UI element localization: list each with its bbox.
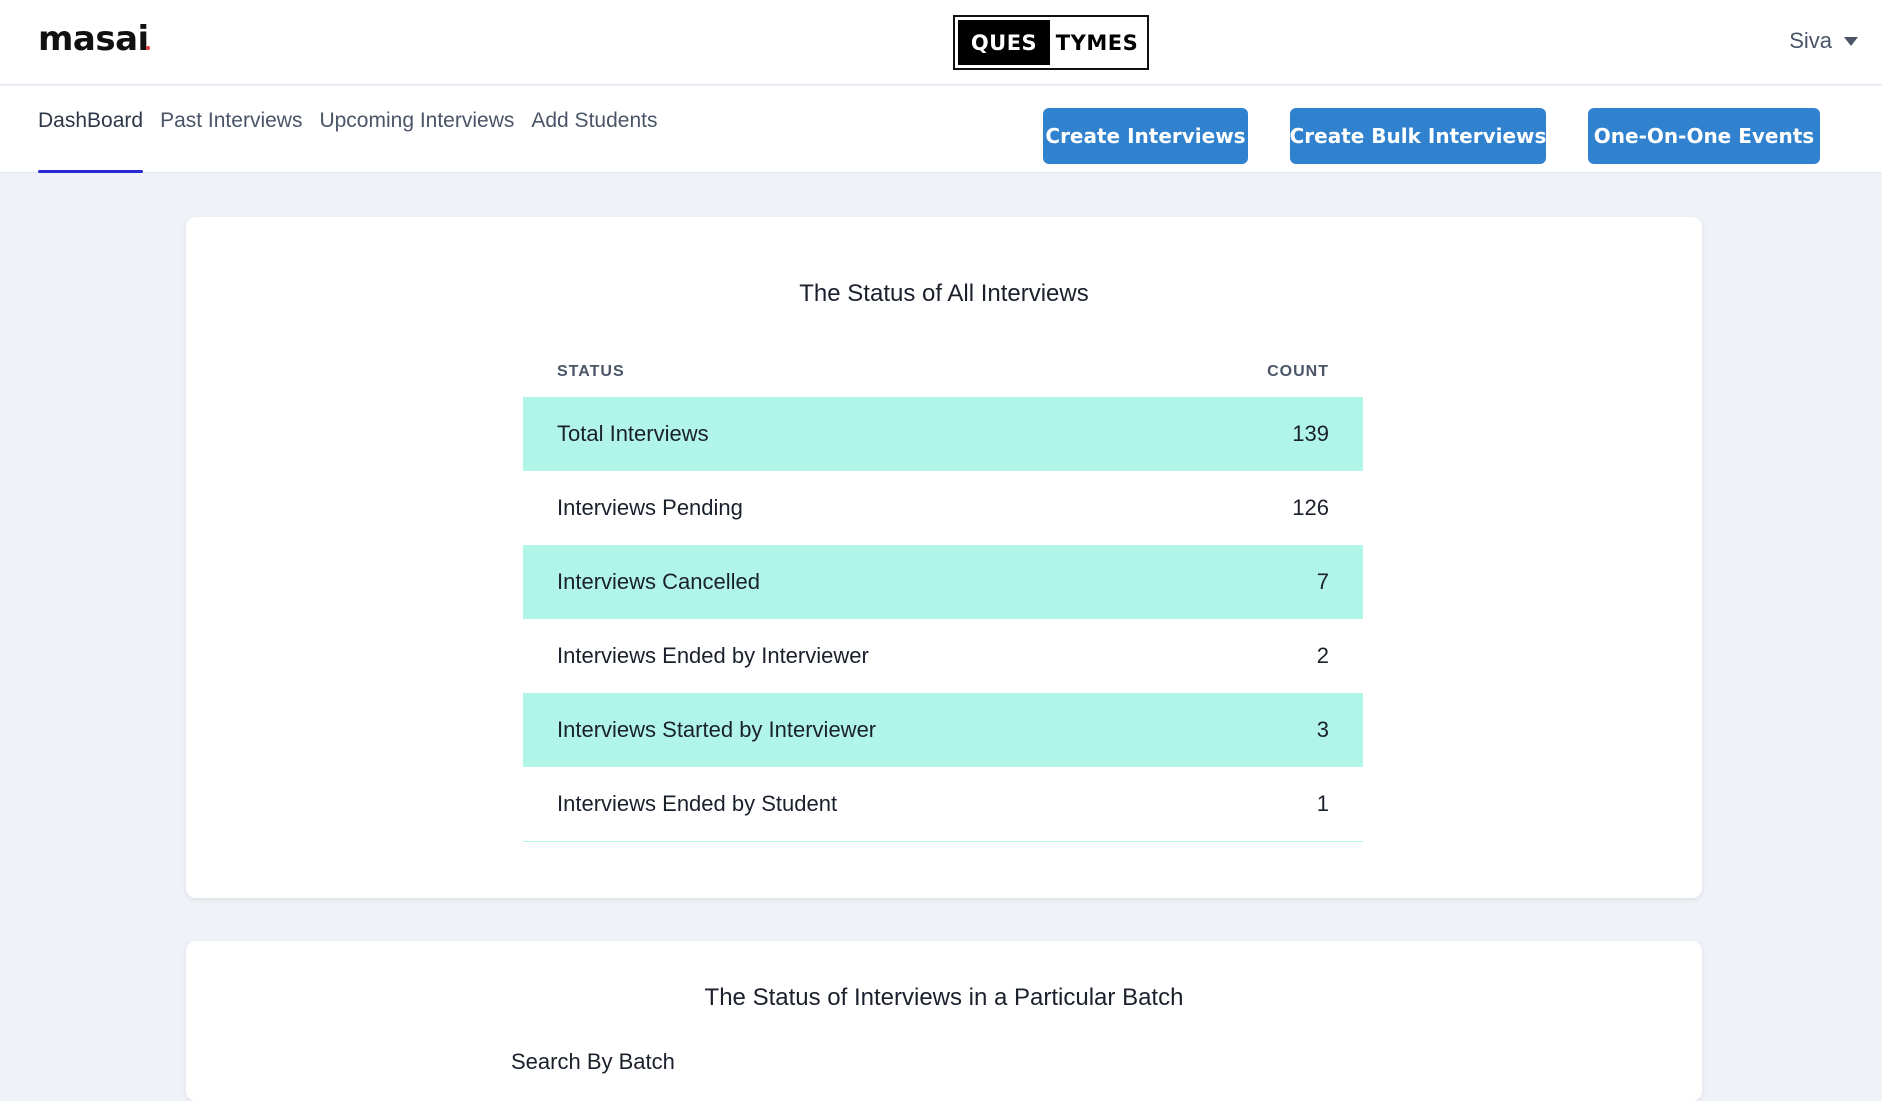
row-count: 126 (1292, 495, 1329, 520)
batch-status-card: The Status of Interviews in a Particular… (186, 941, 1702, 1101)
brand-left-label: QUES (958, 20, 1050, 65)
row-status: Interviews Cancelled (523, 545, 1152, 619)
nav-bar: DashBoard Past Interviews Upcoming Inter… (0, 86, 1882, 173)
create-interviews-button[interactable]: Create Interviews (1043, 108, 1248, 164)
top-header: masai QUES TYMES Siva (0, 0, 1882, 85)
row-status: Interviews Ended by Student (523, 767, 1152, 842)
tab-past-interviews[interactable]: Past Interviews (160, 86, 302, 173)
status-table: STATUS COUNT Total Interviews 139 Interv… (523, 347, 1363, 842)
one-on-one-events-button[interactable]: One-On-One Events (1588, 108, 1820, 164)
table-row: Interviews Started by Interviewer 3 (523, 693, 1363, 767)
table-row: Interviews Pending 126 (523, 471, 1363, 545)
row-count: 1 (1151, 767, 1363, 842)
row-count: 7 (1151, 545, 1363, 619)
search-by-batch-label: Search By Batch (511, 1049, 675, 1074)
table-row: Interviews Ended by Interviewer 2 (523, 619, 1363, 693)
table-header-row: STATUS COUNT (523, 347, 1363, 397)
masai-logo[interactable]: masai (38, 19, 149, 59)
nav-tabs: DashBoard Past Interviews Upcoming Inter… (38, 86, 657, 173)
row-count: 139 (1151, 397, 1363, 471)
row-status: Interviews Pending (557, 495, 743, 520)
tab-upcoming-interviews[interactable]: Upcoming Interviews (319, 86, 514, 173)
row-count: 3 (1151, 693, 1363, 767)
questymes-logo[interactable]: QUES TYMES (953, 15, 1149, 70)
user-menu[interactable]: Siva (1789, 28, 1858, 54)
row-status: Interviews Started by Interviewer (523, 693, 1152, 767)
tab-dashboard[interactable]: DashBoard (38, 86, 144, 173)
column-header-status: STATUS (557, 363, 625, 380)
user-name: Siva (1789, 28, 1832, 53)
row-status: Total Interviews (523, 397, 1152, 471)
batch-card-title: The Status of Interviews in a Particular… (704, 984, 1184, 1011)
table-row: Interviews Cancelled 7 (523, 545, 1363, 619)
row-status: Interviews Ended by Interviewer (557, 643, 869, 668)
logo-dot (146, 46, 150, 50)
table-row: Interviews Ended by Student 1 (523, 767, 1363, 842)
create-bulk-interviews-button[interactable]: Create Bulk Interviews (1290, 108, 1546, 164)
tab-add-students[interactable]: Add Students (531, 86, 657, 173)
brand-right-label: TYMES (1055, 30, 1139, 55)
all-interviews-status-card: The Status of All Interviews STATUS COUN… (186, 217, 1702, 898)
chevron-down-icon (1844, 36, 1858, 46)
card-title: The Status of All Interviews (799, 280, 1089, 307)
column-header-count: COUNT (1267, 363, 1329, 380)
table-row: Total Interviews 139 (523, 397, 1363, 471)
row-count: 2 (1316, 643, 1329, 668)
